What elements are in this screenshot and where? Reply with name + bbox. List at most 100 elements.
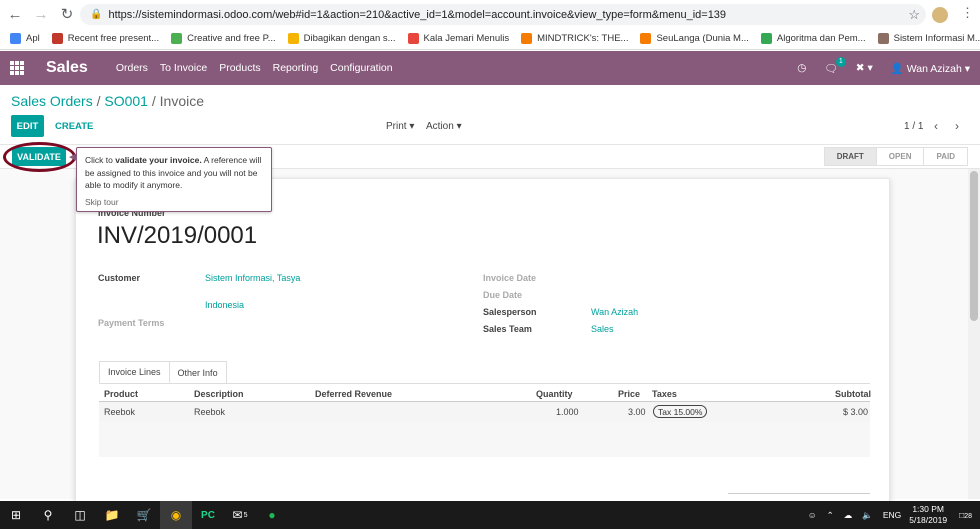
bookmark-item[interactable]: Algoritma dan Pem... [760, 33, 866, 44]
chat-icon[interactable]: 🗨 1 [824, 56, 846, 75]
apps-menu-icon[interactable] [10, 61, 24, 75]
bookmark-item[interactable]: Kala Jemari Menulis [407, 33, 509, 44]
caret-down-icon: ▾ [456, 121, 462, 132]
spotify-icon[interactable]: ● [256, 501, 288, 529]
print-label: Print [386, 121, 407, 132]
bookmark-label: SeuLanga (Dunia M... [656, 33, 749, 44]
blogger-icon [521, 33, 533, 44]
sales-team-link[interactable]: Sales [591, 324, 614, 334]
menu-orders[interactable]: Orders [116, 62, 148, 74]
store-icon[interactable]: 🛒 [128, 501, 160, 529]
due-date-label: Due Date [483, 290, 523, 300]
clock-date: 5/18/2019 [909, 515, 948, 525]
invoice-number: INV/2019/0001 [97, 222, 258, 249]
tab-invoice-lines[interactable]: Invoice Lines [99, 361, 170, 383]
bookmarks-bar: Apl Recent free present... Creative and … [0, 28, 980, 50]
notification-count: 28 [964, 513, 972, 520]
address-bar[interactable]: 🔒 https://sistemindormasi.odoo.com/web#i… [80, 4, 926, 25]
stage-draft[interactable]: DRAFT [823, 147, 877, 166]
stage-paid[interactable]: PAID [924, 147, 968, 166]
customer-country[interactable]: Indonesia [205, 300, 244, 310]
tax-badge: Tax 15.00% [653, 405, 708, 418]
breadcrumb-sales-orders[interactable]: Sales Orders [11, 93, 93, 109]
windows-start-icon[interactable]: ⊞ [0, 501, 32, 529]
skip-tour-link[interactable]: Skip tour [85, 196, 263, 209]
debug-tools-icon[interactable]: ✖ ▾ [856, 62, 873, 74]
profile-avatar[interactable] [932, 7, 948, 23]
col-subtotal[interactable]: Subtotal [835, 389, 871, 399]
bookmark-label: MINDTRICK's: THE... [537, 33, 629, 44]
create-button[interactable]: CREATE [55, 121, 93, 132]
language-indicator[interactable]: ENG [883, 510, 901, 520]
pager-prev-icon[interactable]: ‹ [934, 119, 938, 133]
bookmark-item[interactable]: Recent free present... [51, 33, 159, 44]
browser-toolbar: ← → ↻ 🔒 https://sistemindormasi.odoo.com… [0, 0, 980, 28]
bookmark-label: Creative and free P... [187, 33, 276, 44]
people-icon[interactable]: ☺ [808, 510, 817, 520]
print-dropdown[interactable]: Print ▾ [386, 121, 414, 132]
pycharm-icon[interactable]: PC [192, 501, 224, 529]
lock-icon: 🔒 [90, 9, 103, 20]
breadcrumb: Sales Orders / SO001 / Invoice [11, 93, 204, 109]
action-dropdown[interactable]: Action ▾ [426, 121, 462, 132]
volume-icon[interactable]: 🔈 [862, 510, 873, 521]
pager-next-icon[interactable]: › [955, 119, 959, 133]
bookmark-apps[interactable]: Apl [10, 33, 40, 44]
user-menu[interactable]: 👤 Wan Azizah ▾ [891, 62, 970, 75]
bookmark-item[interactable]: MINDTRICK's: THE... [521, 33, 628, 44]
bookmark-item[interactable]: Sistem Informasi M... [877, 33, 980, 44]
form-tabs: Invoice Lines Other Info [99, 361, 227, 383]
stage-open[interactable]: OPEN [876, 147, 925, 166]
bookmark-label: Sistem Informasi M... [893, 33, 980, 44]
bookmark-item[interactable]: Creative and free P... [171, 33, 276, 44]
network-icon[interactable]: ☁ [844, 510, 853, 521]
menu-reporting[interactable]: Reporting [273, 62, 319, 74]
url-text: https://sistemindormasi.odoo.com/web#id=… [108, 8, 727, 21]
salesperson-link[interactable]: Wan Azizah [591, 307, 638, 317]
pager-value[interactable]: 1 / 1 [904, 121, 923, 132]
reload-icon[interactable]: ↻ [56, 3, 78, 25]
browser-menu-icon[interactable]: ⋮ [961, 5, 974, 21]
col-description[interactable]: Description [194, 389, 244, 399]
scrollbar-thumb[interactable] [970, 171, 978, 321]
col-price[interactable]: Price [618, 389, 640, 399]
caret-down-icon: ▾ [409, 121, 415, 132]
back-icon[interactable]: ← [4, 3, 26, 25]
blogger-icon [640, 33, 652, 44]
cell-subtotal: $ 3.00 [843, 407, 869, 417]
breadcrumb-so001[interactable]: SO001 [104, 93, 148, 109]
system-clock[interactable]: 1:30 PM 5/18/2019 [909, 504, 947, 526]
forward-icon[interactable]: → [30, 3, 52, 25]
menu-to-invoice[interactable]: To Invoice [160, 62, 207, 74]
total-divider [728, 493, 870, 494]
star-icon[interactable]: ☆ [908, 7, 920, 23]
breadcrumb-separator: / [92, 93, 105, 109]
empty-rows [99, 422, 870, 457]
file-explorer-icon[interactable]: 📁 [96, 501, 128, 529]
bookmark-favicon-icon [171, 33, 183, 44]
tray-chevron-icon[interactable]: ⌃ [827, 510, 834, 521]
bookmark-item[interactable]: SeuLanga (Dunia M... [640, 33, 749, 44]
edit-button[interactable]: EDIT [11, 115, 44, 137]
menu-products[interactable]: Products [219, 62, 260, 74]
activity-clock-icon[interactable]: ◷ [797, 62, 806, 74]
chrome-icon[interactable]: ◉ [160, 501, 192, 529]
customer-link[interactable]: Sistem Informasi, Tasya [205, 273, 300, 283]
odoo-navbar: Sales Orders To Invoice Products Reporti… [0, 51, 980, 85]
mail-icon[interactable]: ✉ 5 [224, 501, 256, 529]
task-view-icon[interactable]: ◫ [64, 501, 96, 529]
action-label: Action [426, 121, 454, 132]
col-product[interactable]: Product [104, 389, 138, 399]
search-icon[interactable]: ⚲ [32, 501, 64, 529]
col-taxes[interactable]: Taxes [652, 389, 677, 399]
app-brand[interactable]: Sales [46, 59, 88, 77]
notification-icon[interactable]: □28 [959, 510, 972, 520]
apps-grid-icon [10, 33, 21, 44]
menu-configuration[interactable]: Configuration [330, 62, 392, 74]
tab-other-info[interactable]: Other Info [169, 361, 227, 383]
col-quantity[interactable]: Quantity [536, 389, 573, 399]
col-deferred-revenue[interactable]: Deferred Revenue [315, 389, 392, 399]
status-stages: DRAFT OPEN PAID [823, 147, 968, 166]
bookmark-item[interactable]: Dibagikan dengan s... [287, 33, 396, 44]
cell-product: Reebok [104, 407, 136, 417]
